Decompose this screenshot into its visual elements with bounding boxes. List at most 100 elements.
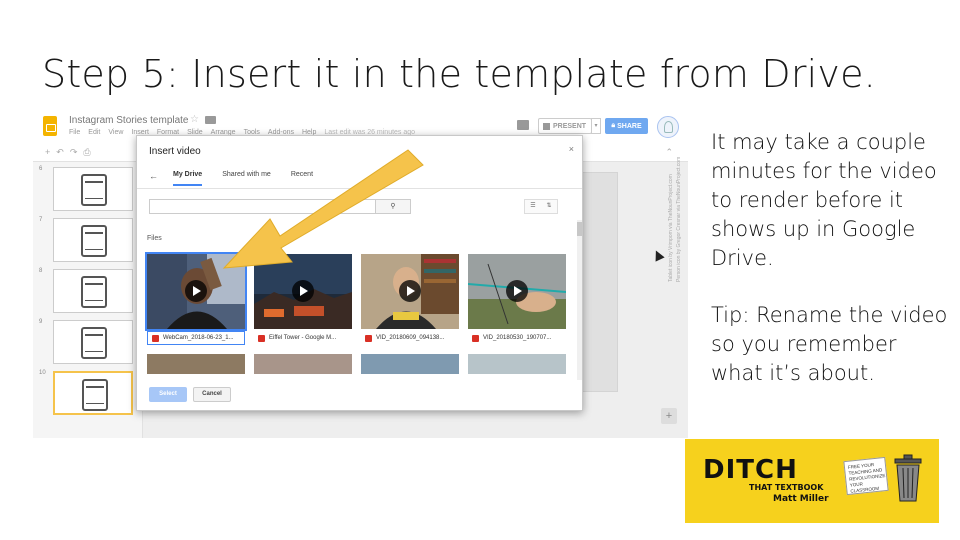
slide-thumbnail[interactable] xyxy=(53,167,133,211)
dialog-tabs: My Drive Shared with me Recent xyxy=(173,171,313,186)
slide-number: 10 xyxy=(39,370,46,376)
video-name: WebCam_2018-06-23_1... xyxy=(163,335,234,341)
filmstrip-slide[interactable]: 7 xyxy=(37,217,139,263)
slide-number: 7 xyxy=(39,217,43,223)
video-tile[interactable]: VID_20180530_190707... xyxy=(468,254,566,347)
filmstrip-slide[interactable]: 6 xyxy=(37,166,139,212)
list-view-icon[interactable]: ☰ xyxy=(525,200,541,213)
present-dropdown-button[interactable]: ▾ xyxy=(591,118,601,134)
play-icon[interactable] xyxy=(506,280,528,302)
slide-thumbnail-active[interactable] xyxy=(53,371,133,415)
menu-view[interactable]: View xyxy=(108,129,123,136)
tablet-icon xyxy=(81,327,107,359)
video-thumbnail xyxy=(145,252,247,331)
present-button[interactable]: PRESENT xyxy=(538,118,592,134)
slide-thumbnail[interactable] xyxy=(53,269,133,313)
logo-word: DITCH xyxy=(703,455,798,485)
play-icon[interactable] xyxy=(185,280,207,302)
credit-text-1: Tablet icon by Vrimpom via TheNounProjec… xyxy=(668,174,674,282)
side-paragraph-1: It may take a couple minutes for the vid… xyxy=(711,130,937,270)
document-title[interactable]: Instagram Stories template xyxy=(69,115,189,126)
toolbar-items: + ↶ ↷ ⎙ xyxy=(45,147,91,158)
video-caption: WebCam_2018-06-23_1... xyxy=(147,331,245,345)
video-thumbnail xyxy=(254,254,352,329)
play-icon[interactable] xyxy=(399,280,421,302)
select-button[interactable]: Select xyxy=(149,387,187,402)
search-icon: ⚲ xyxy=(390,203,396,210)
trash-can-icon xyxy=(894,454,922,502)
tablet-icon xyxy=(81,276,107,308)
side-notes: It may take a couple minutes for the vid… xyxy=(711,128,951,388)
dialog-divider xyxy=(137,188,582,189)
video-thumbnail-partial[interactable] xyxy=(361,354,459,374)
undo-icon[interactable]: ↶ xyxy=(56,147,64,158)
video-thumbnail-partial[interactable] xyxy=(254,354,352,374)
video-tile[interactable]: Eiffel Tower - Google M... xyxy=(254,254,352,347)
menu-file[interactable]: File xyxy=(69,129,80,136)
video-thumbnail-partial[interactable] xyxy=(468,354,566,374)
video-file-icon xyxy=(365,334,372,342)
tab-my-drive[interactable]: My Drive xyxy=(173,171,203,186)
share-button[interactable]: 🔒︎ SHARE xyxy=(605,118,648,134)
slides-logo-icon xyxy=(43,116,57,136)
tablet-icon xyxy=(82,379,108,411)
tablet-icon xyxy=(81,225,107,257)
search-input[interactable] xyxy=(149,199,411,214)
google-slides-screenshot: Instagram Stories template ☆ File Edit V… xyxy=(33,108,688,438)
add-icon[interactable]: + xyxy=(661,408,677,424)
play-icon[interactable] xyxy=(292,280,314,302)
sort-icon[interactable]: ⇅ xyxy=(541,200,557,213)
dialog-scrollbar[interactable] xyxy=(577,220,582,380)
video-file-icon xyxy=(258,334,265,342)
logo-paper-text: FREE YOUR TEACHING AND REVOLUTIONIZE YOU… xyxy=(847,462,886,494)
logo-subtitle: THAT TEXTBOOK xyxy=(749,483,824,492)
close-icon[interactable]: × xyxy=(569,144,574,154)
ditch-that-textbook-logo: DITCH THAT TEXTBOOK Matt Miller FREE YOU… xyxy=(685,439,939,523)
filmstrip-slide[interactable]: 9 xyxy=(37,319,139,365)
tablet-icon xyxy=(81,174,107,206)
logo-author: Matt Miller xyxy=(773,494,829,504)
video-thumbnail-partial[interactable] xyxy=(147,354,245,374)
video-tile[interactable]: WebCam_2018-06-23_1... xyxy=(145,252,247,347)
slide-number: 9 xyxy=(39,319,43,325)
new-slide-icon[interactable]: + xyxy=(45,147,50,158)
cancel-button[interactable]: Cancel xyxy=(193,387,231,402)
view-toggle: ☰ ⇅ xyxy=(524,199,558,214)
redo-icon[interactable]: ↷ xyxy=(70,147,78,158)
video-file-icon xyxy=(152,334,159,342)
menu-edit[interactable]: Edit xyxy=(88,129,100,136)
files-label: Files xyxy=(147,235,162,242)
video-name: Eiffel Tower - Google M... xyxy=(269,335,337,341)
present-label: PRESENT xyxy=(553,122,587,130)
filmstrip-slide[interactable]: 10 xyxy=(37,370,139,416)
share-label: SHARE xyxy=(617,122,642,130)
video-name: VID_20180530_190707... xyxy=(483,335,552,341)
star-icon[interactable]: ☆ xyxy=(190,114,199,125)
slide-number: 6 xyxy=(39,166,43,172)
filmstrip: 6 7 8 9 10 xyxy=(33,162,143,438)
slide-thumbnail[interactable] xyxy=(53,320,133,364)
insert-video-dialog: Insert video × ← My Drive Shared with me… xyxy=(136,135,583,411)
tab-recent[interactable]: Recent xyxy=(291,171,313,186)
video-tile[interactable]: VID_20180609_094138... xyxy=(361,254,459,347)
tab-shared-with-me[interactable]: Shared with me xyxy=(222,171,271,186)
credit-text-2: Person icon by Gregor Cresnar via TheNou… xyxy=(676,156,682,282)
folder-icon[interactable] xyxy=(205,116,216,124)
dialog-title: Insert video xyxy=(149,146,201,157)
filmstrip-slide[interactable]: 8 xyxy=(37,268,139,314)
video-caption: VID_20180530_190707... xyxy=(468,331,566,345)
back-arrow-icon[interactable]: ← xyxy=(149,171,158,181)
print-icon[interactable]: ⎙ xyxy=(83,147,90,158)
video-name: VID_20180609_094138... xyxy=(376,335,445,341)
comment-icon[interactable] xyxy=(517,120,529,130)
video-caption: VID_20180609_094138... xyxy=(361,331,459,345)
video-thumbnail xyxy=(468,254,566,329)
search-button[interactable]: ⚲ xyxy=(375,199,411,214)
video-caption: Eiffel Tower - Google M... xyxy=(254,331,352,345)
slide-thumbnail[interactable] xyxy=(53,218,133,262)
present-icon xyxy=(543,122,550,130)
collapse-chevron-icon[interactable]: ⌃ xyxy=(665,147,673,158)
side-paragraph-2: Tip: Rename the video so you remember wh… xyxy=(711,303,948,385)
logo-paper: FREE YOUR TEACHING AND REVOLUTIONIZE YOU… xyxy=(843,456,889,496)
avatar[interactable] xyxy=(657,116,679,138)
